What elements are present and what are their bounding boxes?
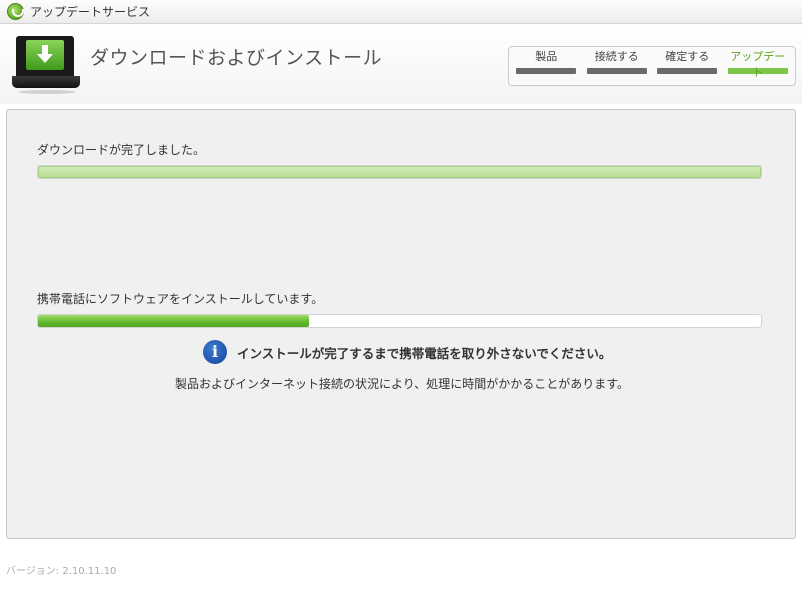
- step-bar: [586, 68, 647, 74]
- page-header: ダウンロードおよびインストール 製品 接続する 確定する アップデート: [0, 24, 802, 104]
- warning-message: i インストールが完了するまで携帯電話を取り外さないでください。: [203, 340, 611, 364]
- laptop-download-icon: [12, 36, 80, 96]
- download-progress-fill: [38, 166, 761, 178]
- version-label: バージョン: 2.10.11.10: [6, 566, 117, 577]
- step-label: 接続する: [594, 50, 639, 63]
- step-label: アップデート: [730, 50, 786, 79]
- app-logo-icon: [7, 3, 24, 20]
- title-bar: アップデートサービス: [0, 0, 802, 24]
- warning-text: インストールが完了するまで携帯電話を取り外さないでください。: [237, 345, 612, 361]
- install-progress-bar: [37, 314, 762, 328]
- install-status: 携帯電話にソフトウェアをインストールしています。: [37, 292, 324, 306]
- step-label: 製品: [535, 50, 558, 63]
- download-progress-bar: [37, 165, 762, 179]
- step-label: 確定する: [665, 50, 710, 63]
- step-product: 製品: [515, 47, 578, 85]
- step-bar: [657, 68, 718, 74]
- progress-panel: ダウンロードが完了しました。 携帯電話にソフトウェアをインストールしています。 …: [6, 109, 796, 539]
- download-status: ダウンロードが完了しました。: [37, 143, 206, 157]
- step-indicator: 製品 接続する 確定する アップデート: [508, 46, 796, 86]
- step-update: アップデート: [727, 47, 790, 85]
- window-title: アップデートサービス: [30, 5, 151, 19]
- step-bar: [516, 68, 577, 74]
- info-icon: i: [203, 340, 227, 364]
- step-confirm: 確定する: [656, 47, 719, 85]
- download-arrow-icon: [37, 45, 53, 63]
- install-progress-fill: [38, 315, 310, 327]
- page-title: ダウンロードおよびインストール: [90, 47, 383, 69]
- step-connect: 接続する: [586, 47, 649, 85]
- note-text: 製品およびインターネット接続の状況により、処理に時間がかかることがあります。: [174, 377, 630, 391]
